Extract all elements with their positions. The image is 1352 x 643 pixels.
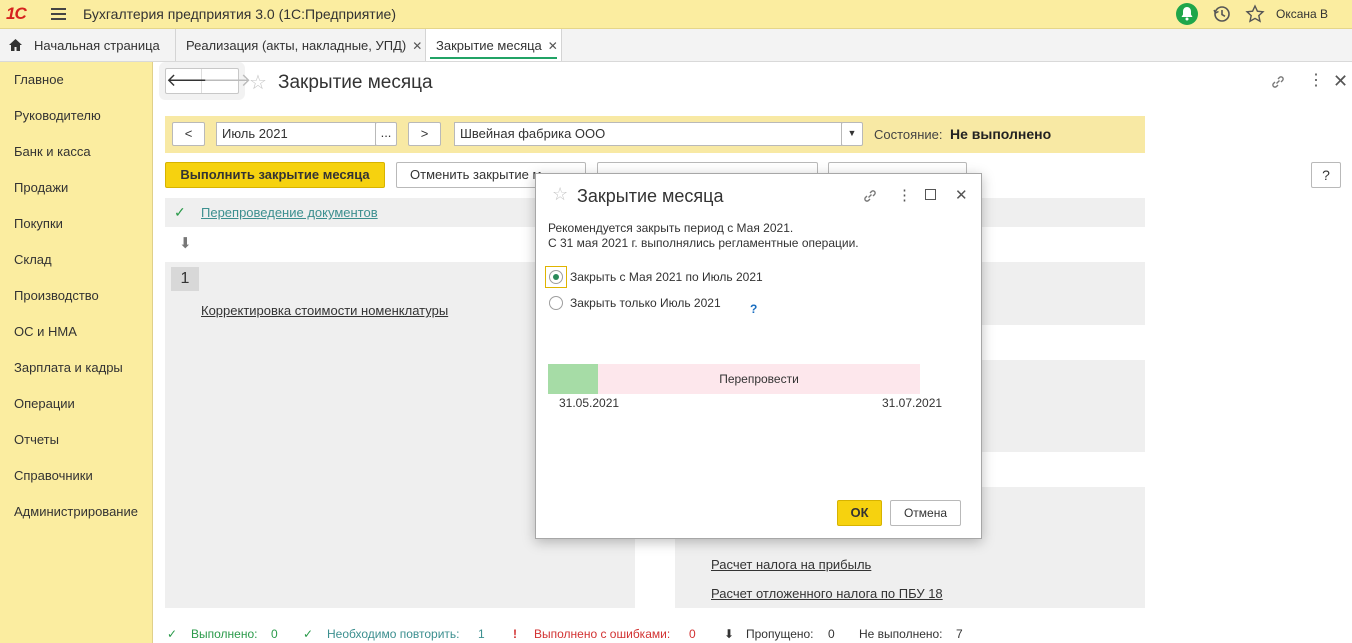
page-title: Закрытие месяца	[278, 72, 433, 93]
not-done-count: 7	[956, 627, 963, 641]
check-icon: ✓	[303, 627, 314, 641]
sidebar-item-manager[interactable]: Руководителю	[14, 108, 101, 123]
history-icon[interactable]	[1212, 4, 1232, 24]
month-close-dialog: ☆ Закрытие месяца ⋮ ✕ Рекомендуется закр…	[535, 173, 982, 539]
sidebar-item-reports[interactable]: Отчеты	[14, 432, 59, 447]
error-icon: !	[513, 627, 517, 641]
timeline-end-date: 31.07.2021	[882, 396, 943, 410]
1c-logo-icon: 1С	[6, 4, 27, 23]
period-field[interactable]: Июль 2021	[216, 122, 376, 146]
timeline-repost-segment: Перепровести	[598, 364, 920, 394]
timeline-done-segment	[548, 364, 598, 394]
period-select-button[interactable]: ...	[375, 122, 397, 146]
repeat-count: 1	[478, 627, 485, 641]
link-icon[interactable]	[1270, 74, 1286, 93]
sidebar-item-operations[interactable]: Операции	[14, 396, 75, 411]
dialog-title: Закрытие месяца	[577, 186, 724, 206]
done-label: Выполнено:	[191, 627, 258, 641]
sidebar-item-production[interactable]: Производство	[14, 288, 99, 303]
option-label: Закрыть с Мая 2021 по Июль 2021	[570, 270, 763, 284]
down-arrow-icon: ⬇	[179, 235, 192, 252]
repost-documents-link[interactable]: Перепроведение документов	[201, 205, 378, 220]
tabs-bar: Начальная страница Реализация (акты, нак…	[0, 29, 1352, 62]
cancel-button[interactable]: Отмена	[890, 500, 961, 526]
help-question-icon[interactable]: ?	[750, 302, 757, 316]
favorites-star-icon[interactable]	[1245, 4, 1265, 24]
help-button[interactable]: ?	[1311, 162, 1341, 188]
sidebar-item-catalogs[interactable]: Справочники	[14, 468, 93, 483]
tab-month-close[interactable]: Закрытие месяца ✕	[426, 29, 562, 61]
back-arrow-icon[interactable]: 🡐	[166, 69, 214, 93]
menu-icon[interactable]	[51, 8, 66, 21]
deferred-tax-link[interactable]: Расчет отложенного налога по ПБУ 18	[711, 586, 943, 601]
user-name[interactable]: Оксана В	[1276, 7, 1328, 21]
skip-arrow-icon: ⬇	[724, 627, 735, 641]
sidebar-item-sales[interactable]: Продажи	[14, 180, 68, 195]
sidebar: Главное Руководителю Банк и касса Продаж…	[0, 62, 153, 643]
sidebar-item-purchases[interactable]: Покупки	[14, 216, 63, 231]
prev-period-button[interactable]: <	[172, 122, 205, 146]
sidebar-item-admin[interactable]: Администрирование	[14, 504, 138, 519]
forward-arrow-icon[interactable]: 🡒	[203, 69, 251, 93]
skipped-count: 0	[828, 627, 835, 641]
link-icon[interactable]	[862, 188, 878, 207]
period-bar: < Июль 2021 ... > Швейная фабрика ООО ▼ …	[165, 116, 1145, 153]
not-done-label: Не выполнено:	[859, 627, 943, 641]
timeline-start-date: 31.05.2021	[559, 396, 620, 410]
sidebar-item-fixed-assets[interactable]: ОС и НМА	[14, 324, 77, 339]
bell-icon[interactable]	[1176, 3, 1198, 25]
app-title: Бухгалтерия предприятия 3.0 (1С:Предприя…	[83, 6, 396, 22]
state-label: Состояние:	[874, 127, 943, 142]
profit-tax-link[interactable]: Расчет налога на прибыль	[711, 557, 871, 572]
state-value: Не выполнено	[950, 126, 1052, 142]
sidebar-item-warehouse[interactable]: Склад	[14, 252, 52, 267]
close-icon[interactable]: ✕	[955, 186, 968, 204]
favorite-star-icon[interactable]: ☆	[552, 184, 568, 205]
run-month-close-button[interactable]: Выполнить закрытие месяца	[165, 162, 385, 188]
organization-field[interactable]: Швейная фабрика ООО	[454, 122, 842, 146]
close-icon[interactable]: ✕	[1333, 71, 1348, 92]
check-icon: ✓	[167, 627, 178, 641]
maximize-icon[interactable]	[925, 189, 936, 200]
repeat-label: Необходимо повторить:	[327, 627, 460, 641]
favorite-star-icon[interactable]: ☆	[249, 70, 267, 95]
errors-count: 0	[689, 627, 696, 641]
recommendation-text: Рекомендуется закрыть период с Мая 2021.	[548, 221, 794, 235]
home-icon	[8, 38, 23, 55]
skipped-label: Пропущено:	[746, 627, 814, 641]
step-number: 1	[171, 267, 199, 291]
option-close-range[interactable]: Закрыть с Мая 2021 по Июль 2021	[545, 266, 788, 288]
option-label: Закрыть только Июль 2021	[570, 296, 721, 310]
ok-button[interactable]: ОК	[837, 500, 882, 526]
next-period-button[interactable]: >	[408, 122, 441, 146]
title-bar: 1С Бухгалтерия предприятия 3.0 (1С:Предп…	[0, 0, 1352, 29]
tab-label: Закрытие месяца	[436, 38, 542, 53]
done-count: 0	[271, 627, 278, 641]
correct-cost-link[interactable]: Корректировка стоимости номенклатуры	[201, 303, 448, 318]
tab-label: Начальная страница	[34, 38, 160, 53]
organization-dropdown-icon[interactable]: ▼	[841, 122, 863, 146]
option-close-current[interactable]: Закрыть только Июль 2021	[548, 293, 738, 313]
radio-button[interactable]	[549, 296, 563, 310]
errors-label: Выполнено с ошибками:	[534, 627, 671, 641]
tab-sales[interactable]: Реализация (акты, накладные, УПД) ✕	[176, 29, 426, 61]
radio-button-checked[interactable]	[549, 270, 563, 284]
tab-home[interactable]: Начальная страница	[0, 29, 176, 61]
sidebar-item-salary[interactable]: Зарплата и кадры	[14, 360, 123, 375]
more-actions-icon[interactable]: ⋮	[1308, 73, 1324, 89]
close-tab-icon[interactable]: ✕	[548, 39, 558, 53]
history-nav: 🡐 🡒	[165, 68, 251, 94]
sidebar-item-bank[interactable]: Банк и касса	[14, 144, 91, 159]
sidebar-item-main[interactable]: Главное	[14, 72, 64, 87]
tab-label: Реализация (акты, накладные, УПД)	[186, 38, 407, 53]
status-bar: ✓ Выполнено: 0 ✓ Необходимо повторить: 1…	[165, 625, 1065, 643]
routine-operations-text: С 31 мая 2021 г. выполнялись регламентны…	[548, 236, 859, 250]
check-icon: ✓	[174, 204, 186, 220]
more-actions-icon[interactable]: ⋮	[897, 186, 912, 204]
close-tab-icon[interactable]: ✕	[412, 39, 422, 53]
